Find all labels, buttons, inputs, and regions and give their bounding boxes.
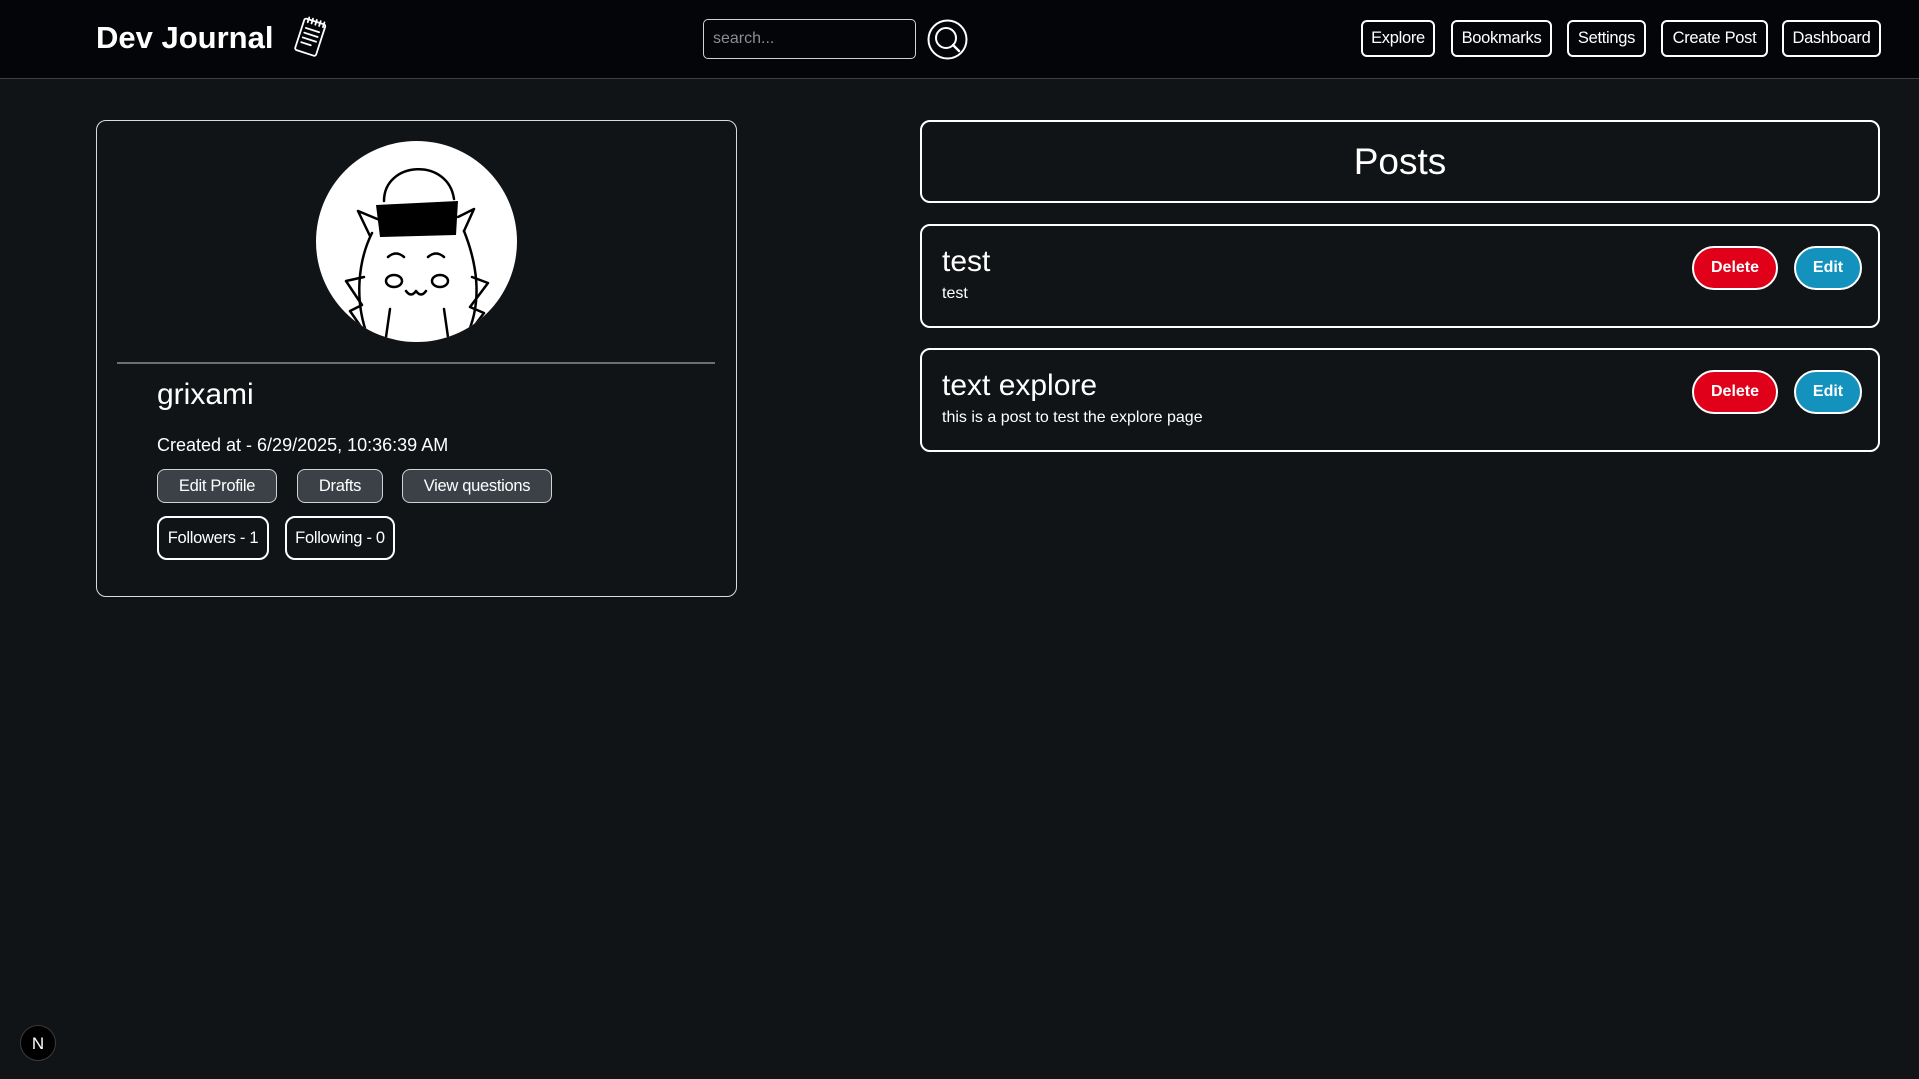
profile-card: grixami Created at - 6/29/2025, 10:36:39… [96,120,737,597]
nextjs-logo-icon[interactable]: N [20,1025,56,1061]
brand-title[interactable]: Dev Journal [96,18,273,58]
avatar [316,141,517,342]
nav-create-post-button[interactable]: Create Post [1661,20,1768,57]
view-questions-button[interactable]: View questions [402,469,552,503]
search-button[interactable] [927,19,968,60]
post-excerpt: this is a post to test the explore page [942,409,1203,426]
posts-header: Posts [920,120,1880,203]
edit-post-button[interactable]: Edit [1794,370,1862,414]
post-excerpt: test [942,285,968,302]
search-icon [927,19,968,63]
followers-button[interactable]: Followers - 1 [157,516,269,560]
edit-post-button[interactable]: Edit [1794,246,1862,290]
following-button[interactable]: Following - 0 [285,516,395,560]
posts-heading: Posts [1353,141,1447,182]
nav-settings-button[interactable]: Settings [1567,20,1646,57]
post-card[interactable]: text explore this is a post to test the … [920,348,1880,452]
nav-dashboard-button[interactable]: Dashboard [1782,20,1881,57]
notepad-icon [290,16,332,60]
profile-divider [117,362,715,364]
delete-post-button[interactable]: Delete [1692,370,1778,414]
nav-explore-button[interactable]: Explore [1361,20,1435,57]
created-at-text: Created at - 6/29/2025, 10:36:39 AM [157,435,449,455]
post-title[interactable]: text explore [942,368,1097,404]
search-input[interactable] [703,19,916,59]
drafts-button[interactable]: Drafts [297,469,383,503]
post-title[interactable]: test [942,244,990,280]
delete-post-button[interactable]: Delete [1692,246,1778,290]
post-card[interactable]: test test Delete Edit [920,224,1880,328]
username: grixami [157,378,254,411]
edit-profile-button[interactable]: Edit Profile [157,469,277,503]
nav-bookmarks-button[interactable]: Bookmarks [1451,20,1552,57]
top-navbar: Dev Journal Explore Bookmarks Settings C… [0,0,1919,79]
